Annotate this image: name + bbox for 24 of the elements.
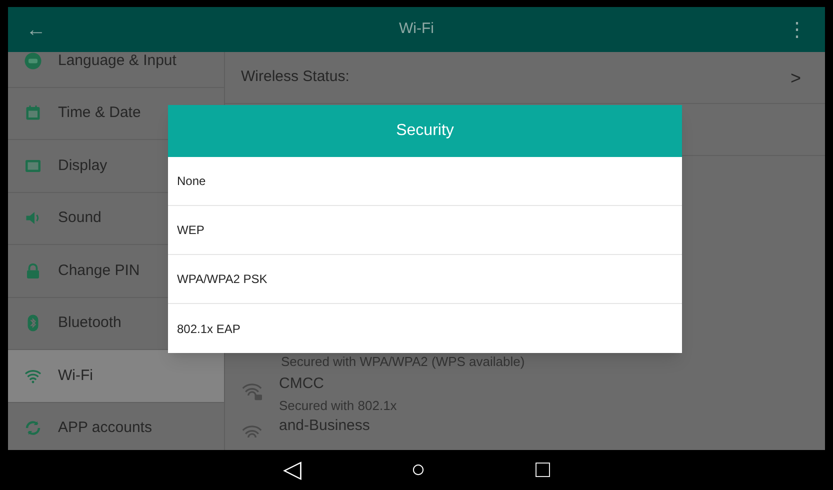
security-option[interactable]: WPA/WPA2 PSK	[168, 255, 682, 304]
calendar-icon	[24, 104, 42, 122]
network-row[interactable]: CMCC Secured with 802.1x	[225, 372, 825, 414]
sidebar-item[interactable]: Wi-Fi	[8, 350, 224, 402]
wireless-status-label: Wireless Status:	[241, 67, 350, 88]
back-button[interactable]: ←	[24, 16, 48, 44]
network-name: CMCC	[279, 374, 325, 394]
lock-icon	[24, 262, 42, 280]
menu-button[interactable]: ⋮	[785, 16, 809, 44]
network-name: and-Business	[279, 416, 370, 436]
language-icon	[24, 52, 42, 70]
security-option[interactable]: 802.1x EAP	[168, 304, 682, 353]
recent-apps-button[interactable]: □	[536, 454, 550, 486]
sidebar-item[interactable]: Language & Input	[8, 52, 224, 88]
network-subtitle: Secured with 802.1x	[279, 396, 397, 414]
window-title: Wi-Fi	[398, 19, 435, 40]
sync-icon	[24, 419, 42, 438]
dialog-title: Security	[396, 121, 454, 141]
chevron-icon[interactable]: >	[790, 64, 801, 92]
security-option[interactable]: WEP	[168, 206, 682, 255]
security-option[interactable]: None	[168, 157, 682, 206]
back-nav-button[interactable]: ◁	[283, 454, 301, 486]
home-button[interactable]: ○	[411, 454, 426, 486]
network-row[interactable]: and-Business	[225, 414, 825, 450]
